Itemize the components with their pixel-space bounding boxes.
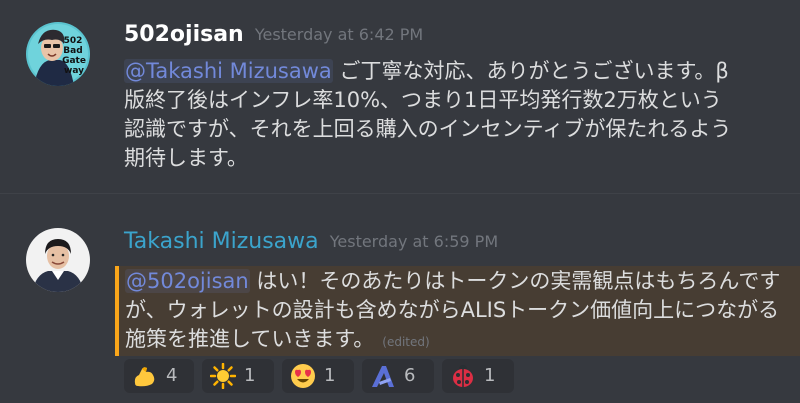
message-header: 502ojisan Yesterday at 6:42 PM — [124, 22, 423, 47]
user-avatar-takashi-mizusawa[interactable] — [26, 228, 90, 292]
message-content: @502ojisan はい！そのあたりはトークンの実需観点はもちろんですが、ウォ… — [125, 267, 785, 357]
avatar-image: 502 Bad Gate way — [26, 22, 90, 86]
avatar-image — [26, 228, 90, 292]
avatar-text-3: Gate — [62, 56, 86, 66]
user-avatar-502ojisan[interactable]: 502 Bad Gate way — [26, 22, 90, 86]
reaction-heart-eyes[interactable]: 1 — [282, 359, 354, 393]
alis-logo-icon — [370, 363, 396, 389]
avatar-text-2: Bad — [63, 46, 82, 56]
timestamp: Yesterday at 6:59 PM — [329, 232, 499, 251]
message-header: Takashi Mizusawa Yesterday at 6:59 PM — [124, 229, 498, 254]
ladybug-icon — [450, 363, 476, 389]
reaction-count: 1 — [484, 365, 496, 386]
user-mention[interactable]: @502ojisan — [125, 269, 250, 293]
mention-highlight-bar — [115, 266, 119, 356]
message-2: Takashi Mizusawa Yesterday at 6:59 PM @5… — [0, 196, 800, 403]
avatar-text-4: way — [64, 66, 84, 76]
message-1: 502 Bad Gate way 502ojisan Yesterday at … — [0, 0, 800, 190]
message-content: @Takashi Mizusawa ご丁寧な対応、ありがとうございます。β版終了… — [124, 57, 734, 173]
reactions-bar: 4 1 1 6 1 — [124, 359, 522, 393]
flexed-biceps-icon — [132, 363, 158, 389]
reaction-count: 1 — [324, 365, 336, 386]
reaction-count: 6 — [404, 365, 416, 386]
heart-eyes-icon — [290, 363, 316, 389]
sun-icon — [209, 362, 237, 390]
username[interactable]: 502ojisan — [124, 22, 244, 47]
mention-highlight: @502ojisan はい！そのあたりはトークンの実需観点はもちろんですが、ウォ… — [115, 266, 800, 356]
username[interactable]: Takashi Mizusawa — [124, 229, 319, 254]
reaction-alis-logo[interactable]: 6 — [362, 359, 434, 393]
reaction-sun[interactable]: 1 — [202, 359, 274, 393]
reaction-ladybug[interactable]: 1 — [442, 359, 514, 393]
message-divider — [0, 193, 800, 194]
reaction-flexed-biceps[interactable]: 4 — [124, 359, 194, 393]
reaction-count: 4 — [166, 365, 178, 386]
user-mention[interactable]: @Takashi Mizusawa — [124, 59, 333, 83]
timestamp: Yesterday at 6:42 PM — [254, 25, 424, 44]
avatar-text-1: 502 — [64, 36, 83, 46]
edited-label: (edited) — [382, 335, 430, 349]
reaction-count: 1 — [244, 365, 256, 386]
